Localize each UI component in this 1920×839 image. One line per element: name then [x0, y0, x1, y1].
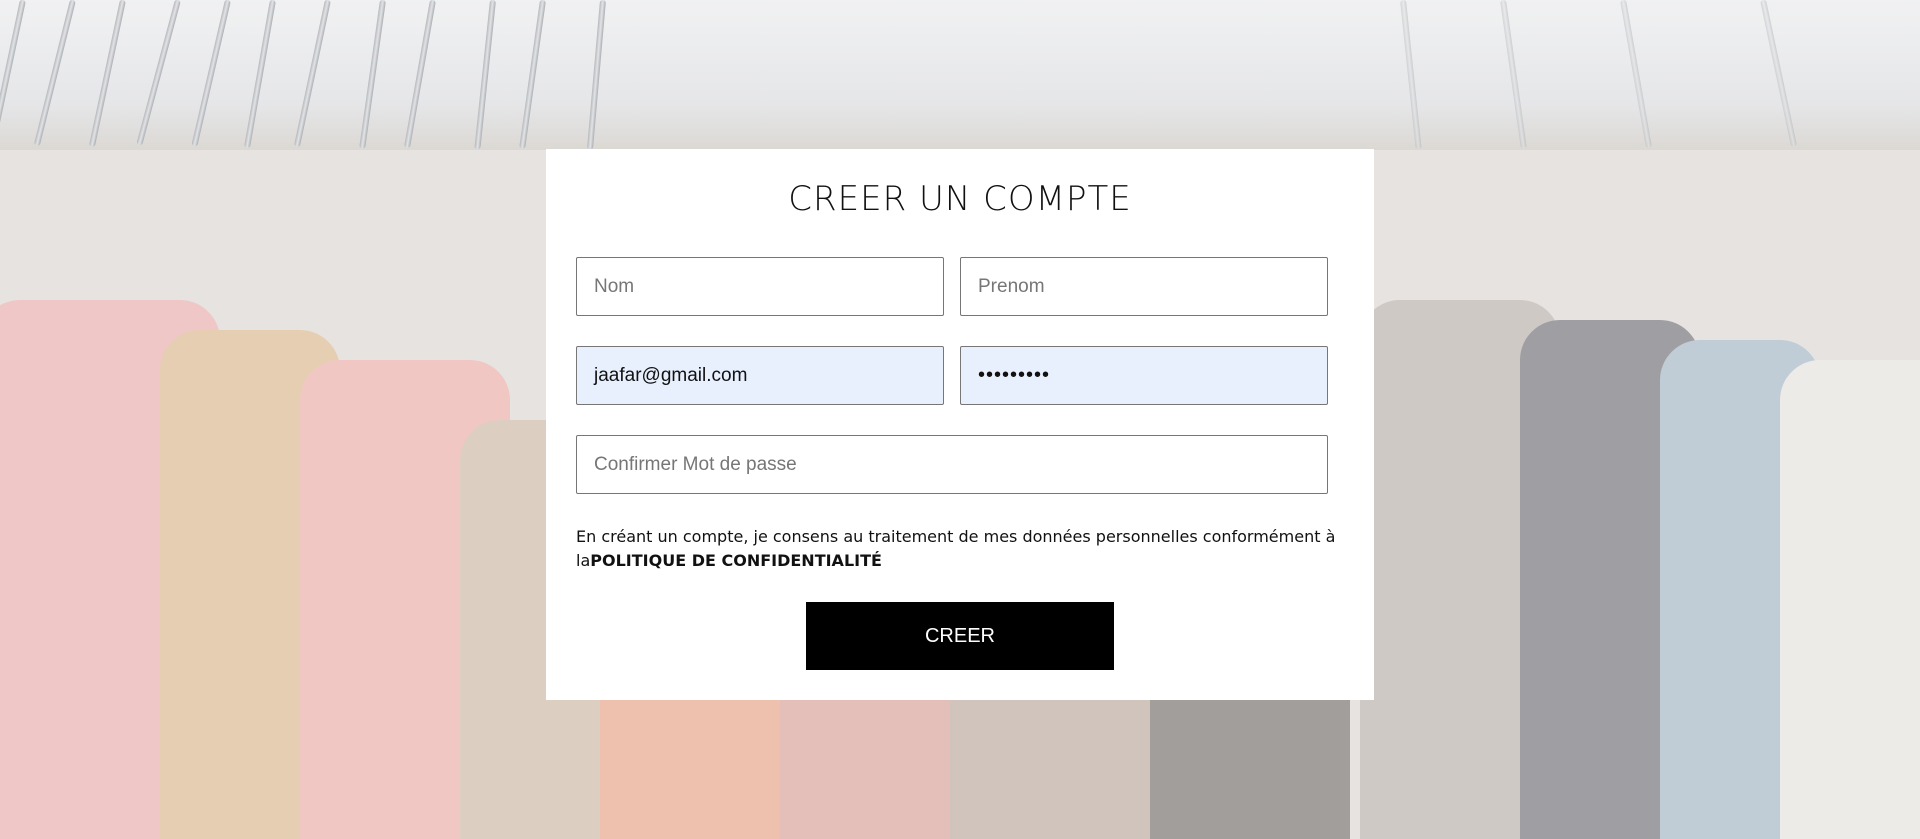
- prenom-placeholder: Prenom: [978, 275, 1045, 297]
- nom-field[interactable]: Nom: [576, 257, 944, 316]
- password-value: •••••••••: [978, 364, 1051, 386]
- prenom-field[interactable]: Prenom: [960, 257, 1328, 316]
- nom-placeholder: Nom: [594, 275, 635, 297]
- confirm-password-field[interactable]: Confirmer Mot de passe: [576, 435, 1328, 494]
- email-value: jaafar@gmail.com: [594, 364, 748, 386]
- password-field[interactable]: •••••••••: [960, 346, 1328, 405]
- consent-text-block: En créant un compte, je consens au trait…: [576, 525, 1346, 573]
- privacy-policy-link[interactable]: POLITIQUE DE CONFIDENTIALITÉ: [590, 551, 882, 570]
- email-field[interactable]: jaafar@gmail.com: [576, 346, 944, 405]
- signup-card: CREER UN COMPTE Nom Prenom jaafar@gmail.…: [546, 149, 1374, 700]
- confirm-password-placeholder: Confirmer Mot de passe: [594, 453, 797, 475]
- page-title: CREER UN COMPTE: [788, 179, 1132, 219]
- creer-button[interactable]: CREER: [806, 602, 1114, 670]
